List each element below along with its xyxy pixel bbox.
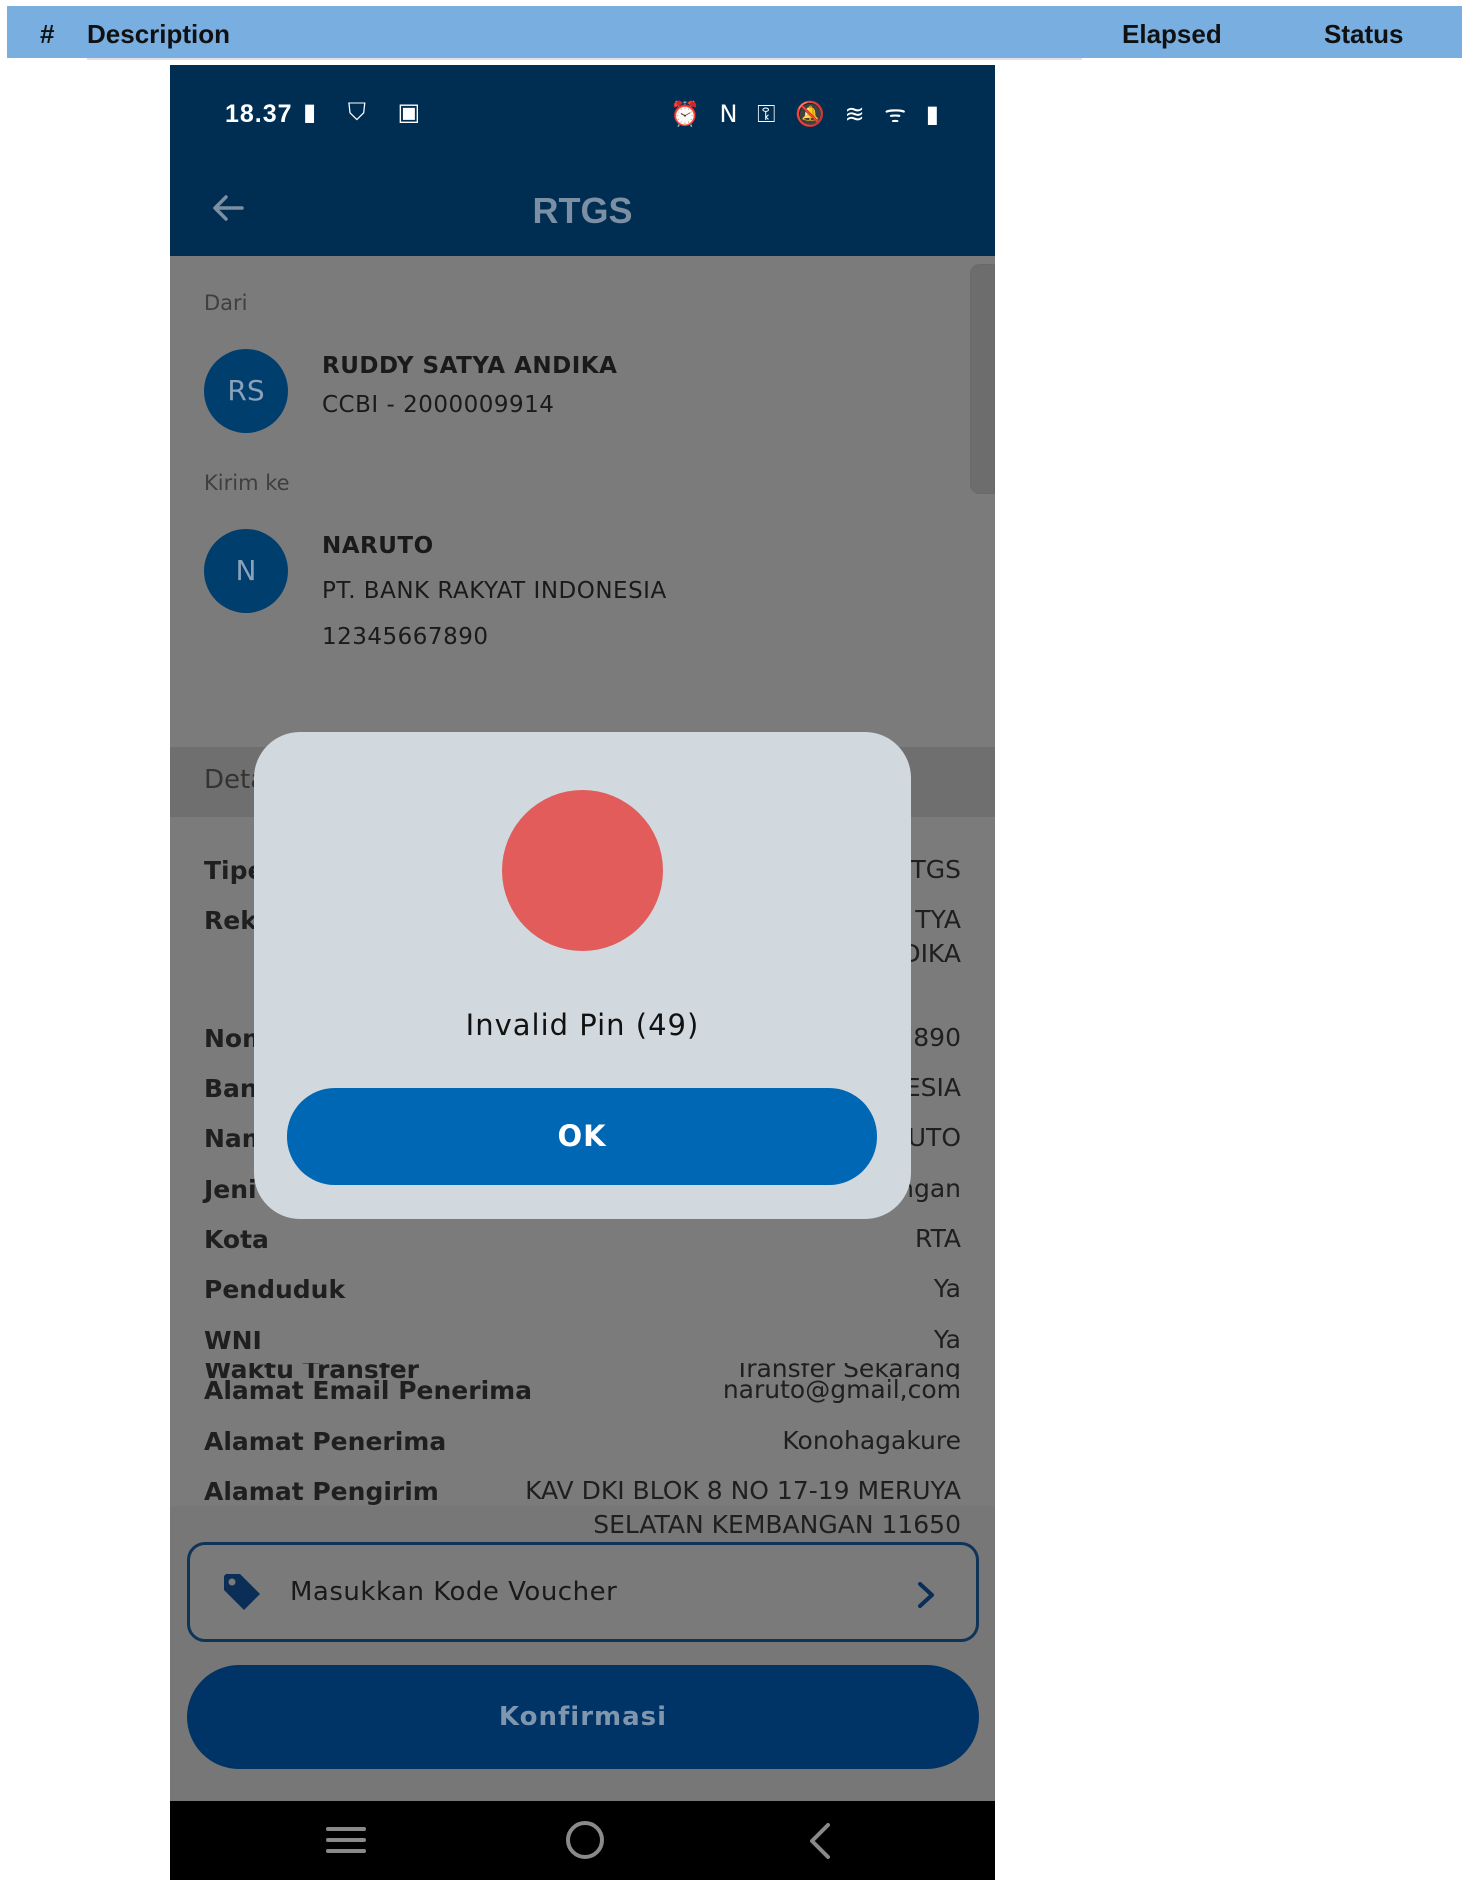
confirm-button[interactable]: Konfirmasi [187, 1665, 979, 1769]
detail-row-value: UTO [907, 1123, 961, 1152]
column-status: Status [1324, 19, 1404, 49]
detail-row-value: Konohagakure [782, 1426, 961, 1455]
voucher-label: Masukkan Kode Voucher [290, 1577, 618, 1607]
voucher-code-button[interactable]: Masukkan Kode Voucher [187, 1542, 979, 1642]
from-label: Dari [204, 291, 248, 315]
app-bar: RTGS [170, 160, 995, 256]
ok-button[interactable]: OK [287, 1088, 877, 1185]
detail-row-label: Waktu Transfer [204, 1363, 419, 1379]
detail-row-label: WNI [204, 1326, 262, 1355]
report-header: # Description Elapsed Status [7, 6, 1462, 58]
status-time: 18.37 [225, 100, 293, 128]
phone-screen: 18.37 ▮ ⛉ ▣ ⏰ N ⚿ 🔕 ≋ ᯤ ▮ RTGS Dari RS R… [170, 65, 995, 1880]
notification-icons: ▮ ⛉ ▣ [303, 98, 433, 126]
sender-name: RUDDY SATYA ANDIKA [322, 353, 618, 379]
detail-row-value: TGS [910, 855, 961, 884]
recipient-account: 12345667890 [322, 624, 489, 650]
column-description: Description [87, 19, 231, 49]
detail-row-label: Alamat Email Penerima [204, 1376, 533, 1405]
detail-row-value: Ya [933, 1325, 961, 1354]
recent-apps-icon[interactable] [326, 1825, 366, 1855]
detail-row-value: RTA [915, 1224, 961, 1253]
detail-row-label: Alamat Penerima [204, 1427, 447, 1456]
detail-row-label: Jeni [204, 1175, 257, 1204]
column-elapsed: Elapsed [1122, 19, 1222, 49]
detail-row-label: Penduduk [204, 1275, 346, 1304]
recipient-name: NARUTO [322, 533, 434, 559]
system-status-icons: ⏰ N ⚿ 🔕 ≋ ᯤ ▮ [670, 100, 945, 128]
page-title: RTGS [532, 190, 633, 231]
recipient-bank: PT. BANK RAKYAT INDONESIA [322, 578, 667, 604]
error-message: Invalid Pin (49) [465, 1008, 700, 1042]
sender-account: CCBI - 2000009914 [322, 392, 555, 418]
system-back-icon[interactable] [806, 1821, 836, 1861]
scrollbar[interactable] [970, 264, 995, 494]
header-divider [87, 58, 1082, 60]
error-dialog: Invalid Pin (49) OK [254, 732, 911, 1219]
sender-avatar: RS [204, 349, 288, 433]
detail-row-value: KAV DKI BLOK 8 NO 17-19 MERUYA SELATAN K… [525, 1476, 961, 1539]
detail-row-value: Transfer Sekarang [734, 1363, 961, 1379]
column-hash: # [40, 19, 55, 49]
system-nav-bar [170, 1801, 995, 1880]
error-icon [502, 790, 663, 951]
detail-row-label: Kota [204, 1225, 269, 1254]
detail-row-value: Ya [933, 1274, 961, 1303]
to-label: Kirim ke [204, 471, 290, 495]
clipped-detail-row: Waktu Transfer Transfer Sekarang [170, 1363, 995, 1379]
tag-icon [224, 1574, 260, 1610]
home-icon[interactable] [566, 1821, 604, 1859]
status-bar: 18.37 ▮ ⛉ ▣ ⏰ N ⚿ 🔕 ≋ ᯤ ▮ [170, 65, 995, 160]
recipient-avatar: N [204, 529, 288, 613]
detail-row-label: Alamat Pengirim [204, 1477, 439, 1506]
chevron-right-icon [918, 1582, 934, 1608]
detail-row-value: ESIA [904, 1073, 961, 1102]
